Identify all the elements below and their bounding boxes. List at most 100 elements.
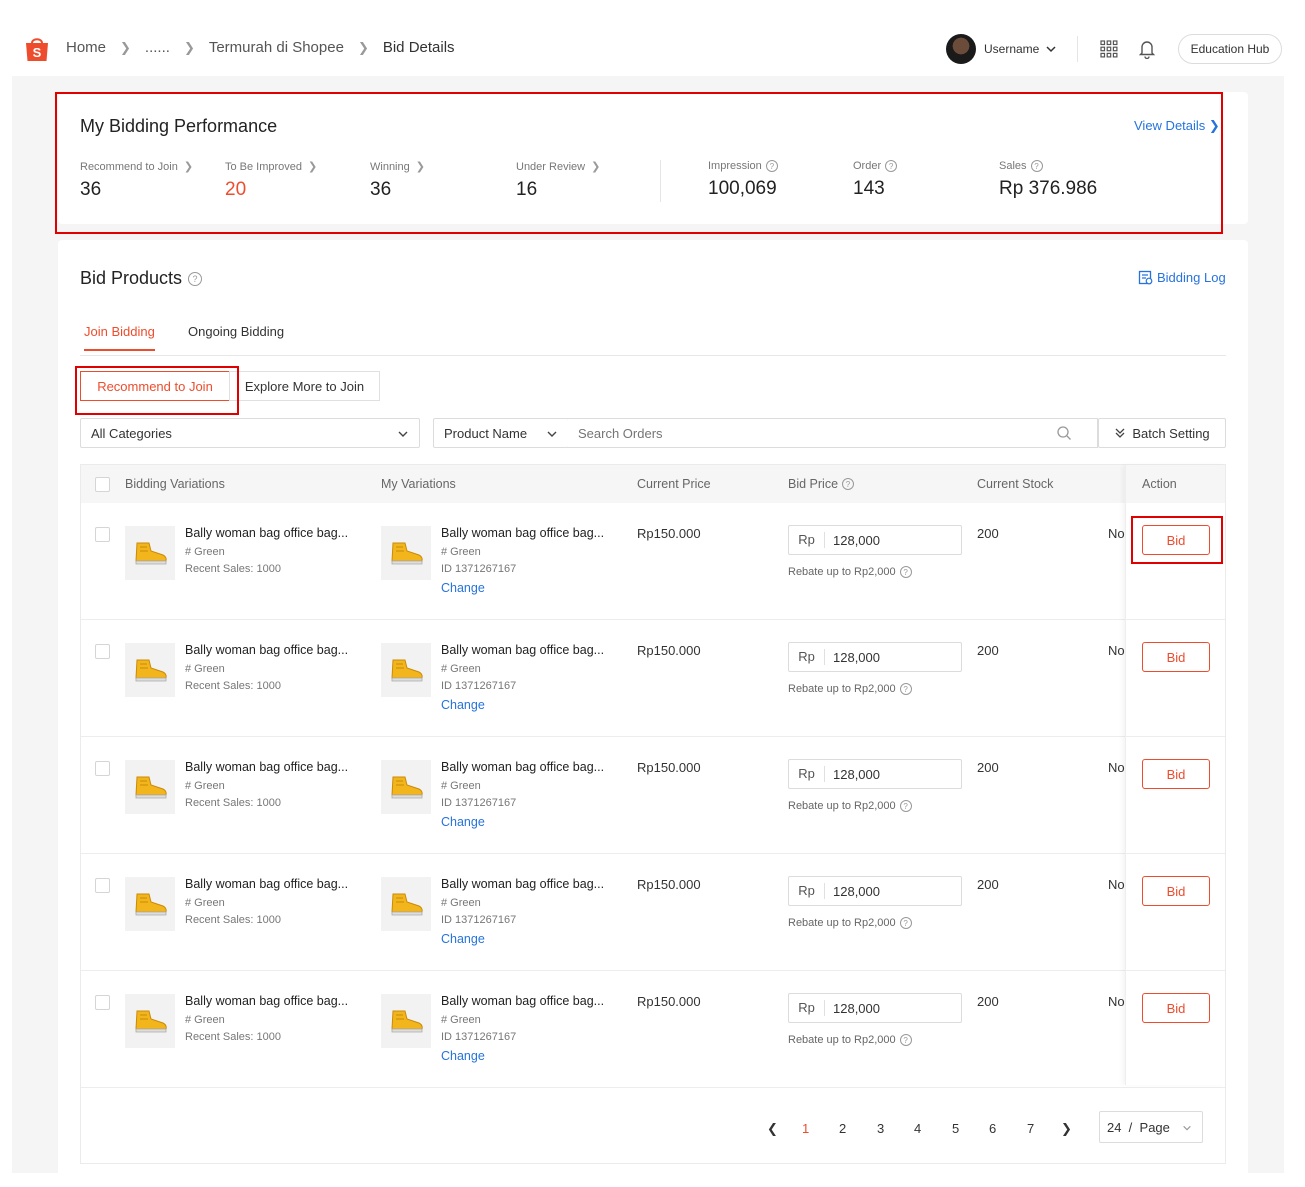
bid-price-input[interactable]: Rp 128,000: [788, 876, 962, 906]
education-hub-button[interactable]: Education Hub: [1178, 34, 1282, 64]
rebate-text: Rebate up to Rp2,000: [788, 566, 896, 578]
bid-price-input[interactable]: Rp 128,000: [788, 993, 962, 1023]
recent-sales: Recent Sales: 1000: [185, 1031, 282, 1043]
shoe-image: [135, 659, 167, 682]
breadcrumb-ellipsis[interactable]: ......: [145, 39, 170, 56]
change-variation-link[interactable]: Change: [441, 815, 485, 829]
help-icon[interactable]: ?: [842, 478, 855, 490]
bidding-product-thumbnail: [125, 526, 175, 580]
help-icon[interactable]: ?: [899, 1034, 912, 1046]
subtab-explore-more-to-join[interactable]: Explore More to Join: [229, 371, 380, 401]
current-price: Rp150.000: [637, 994, 701, 1009]
rebate-note: Rebate up to Rp2,000?: [788, 800, 912, 812]
tab-ongoing-bidding[interactable]: Ongoing Bidding: [188, 324, 284, 349]
bidding-product-name: Bally woman bag office bag...: [185, 994, 349, 1008]
current-stock: 200: [977, 643, 999, 658]
my-product-thumbnail: [381, 994, 431, 1048]
row-checkbox[interactable]: [95, 527, 110, 542]
category-select-value: All Categories: [91, 425, 172, 441]
rebate-note: Rebate up to Rp2,000?: [788, 683, 912, 695]
bid-price-input[interactable]: Rp 128,000: [788, 525, 962, 555]
change-variation-link[interactable]: Change: [441, 698, 485, 712]
tab-join-bidding[interactable]: Join Bidding: [84, 324, 155, 351]
change-variation-link[interactable]: Change: [441, 1049, 485, 1063]
shopee-logo[interactable]: S: [24, 35, 50, 63]
col-current-price: Current Price: [637, 477, 711, 491]
my-product-name: Bally woman bag office bag...: [441, 643, 605, 657]
table-row: Bally woman bag office bag... # Green Rece…: [81, 854, 1225, 971]
my-product-variant: # Green: [441, 780, 481, 792]
search-input[interactable]: [568, 418, 1098, 448]
row-checkbox[interactable]: [95, 644, 110, 659]
bid-price-input[interactable]: Rp 128,000: [788, 642, 962, 672]
my-product-id: ID 1371267167: [441, 563, 517, 575]
my-product-thumbnail: [381, 877, 431, 931]
next-page-icon[interactable]: ❯: [1061, 1121, 1072, 1137]
bidding-log-label: Bidding Log: [1157, 270, 1226, 285]
truncated-cell: No: [1108, 994, 1125, 1009]
user-menu[interactable]: Username: [946, 34, 1057, 64]
help-icon[interactable]: ?: [188, 271, 203, 286]
current-stock: 200: [977, 994, 999, 1009]
apps-grid-icon[interactable]: [1100, 40, 1118, 58]
search-field-select[interactable]: Product Name: [433, 418, 569, 448]
page-2[interactable]: 2: [839, 1121, 846, 1136]
help-icon[interactable]: ?: [899, 917, 912, 929]
truncated-cell: No: [1108, 877, 1125, 892]
bid-price-input[interactable]: Rp 128,000: [788, 759, 962, 789]
category-select[interactable]: All Categories: [80, 418, 420, 448]
batch-setting-button[interactable]: Batch Setting: [1098, 418, 1226, 448]
row-checkbox[interactable]: [95, 878, 110, 893]
change-variation-link[interactable]: Change: [441, 932, 485, 946]
per-page-select[interactable]: 24 / Page: [1099, 1111, 1203, 1143]
help-icon[interactable]: ?: [899, 566, 912, 578]
page-6[interactable]: 6: [989, 1121, 996, 1136]
bidding-log-link[interactable]: Bidding Log: [1138, 270, 1226, 285]
rebate-text: Rebate up to Rp2,000: [788, 800, 896, 812]
currency-prefix: Rp: [789, 766, 825, 782]
help-icon[interactable]: ?: [899, 683, 912, 695]
table-row: Bally woman bag office bag... # Green Rece…: [81, 503, 1225, 620]
breadcrumb-home[interactable]: Home: [66, 39, 106, 56]
change-variation-link[interactable]: Change: [441, 581, 485, 595]
prev-page-icon[interactable]: ❮: [767, 1121, 778, 1137]
truncated-cell: No: [1108, 643, 1125, 658]
shoe-image: [391, 893, 423, 916]
page-5[interactable]: 5: [952, 1121, 959, 1136]
current-stock: 200: [977, 877, 999, 892]
page-4[interactable]: 4: [914, 1121, 921, 1136]
chevron-down-icon: [1183, 1125, 1191, 1131]
recent-sales: Recent Sales: 1000: [185, 914, 282, 926]
bid-products-table: Bidding Variations My Variations Current…: [80, 464, 1226, 1164]
page-1[interactable]: 1: [802, 1121, 809, 1136]
page-3[interactable]: 3: [877, 1121, 884, 1136]
shoe-image: [391, 542, 423, 565]
recent-sales: Recent Sales: 1000: [185, 680, 282, 692]
select-all-checkbox[interactable]: [95, 477, 110, 492]
row-checkbox[interactable]: [95, 761, 110, 776]
bidding-product-thumbnail: [125, 760, 175, 814]
truncated-cell: No: [1108, 526, 1125, 541]
current-stock: 200: [977, 526, 999, 541]
my-product-id: ID 1371267167: [441, 1031, 517, 1043]
chevron-right-icon: ❯: [357, 39, 369, 55]
search-icon[interactable]: [1056, 425, 1072, 441]
page-7[interactable]: 7: [1027, 1121, 1034, 1136]
per-page-value: 24 / Page: [1107, 1119, 1170, 1135]
col-bid-price: Bid Price?: [788, 477, 855, 491]
username: Username: [984, 42, 1040, 56]
breadcrumb-termurah[interactable]: Termurah di Shopee: [209, 39, 344, 56]
breadcrumb-current: Bid Details: [382, 39, 455, 56]
shoe-image: [391, 659, 423, 682]
truncated-cell: No: [1108, 760, 1125, 775]
bell-icon[interactable]: [1138, 39, 1156, 59]
my-product-thumbnail: [381, 526, 431, 580]
row-checkbox[interactable]: [95, 995, 110, 1010]
recent-sales: Recent Sales: 1000: [185, 797, 282, 809]
my-product-variant: # Green: [441, 546, 481, 558]
bid-price-value: 128,000: [833, 532, 880, 548]
help-icon[interactable]: ?: [899, 800, 912, 812]
current-price: Rp150.000: [637, 643, 701, 658]
bidding-product-variant: # Green: [185, 663, 225, 675]
pagination: ❮ 1 2 3 4 5 6 7 ❯ 24 / Page: [81, 1085, 1225, 1163]
